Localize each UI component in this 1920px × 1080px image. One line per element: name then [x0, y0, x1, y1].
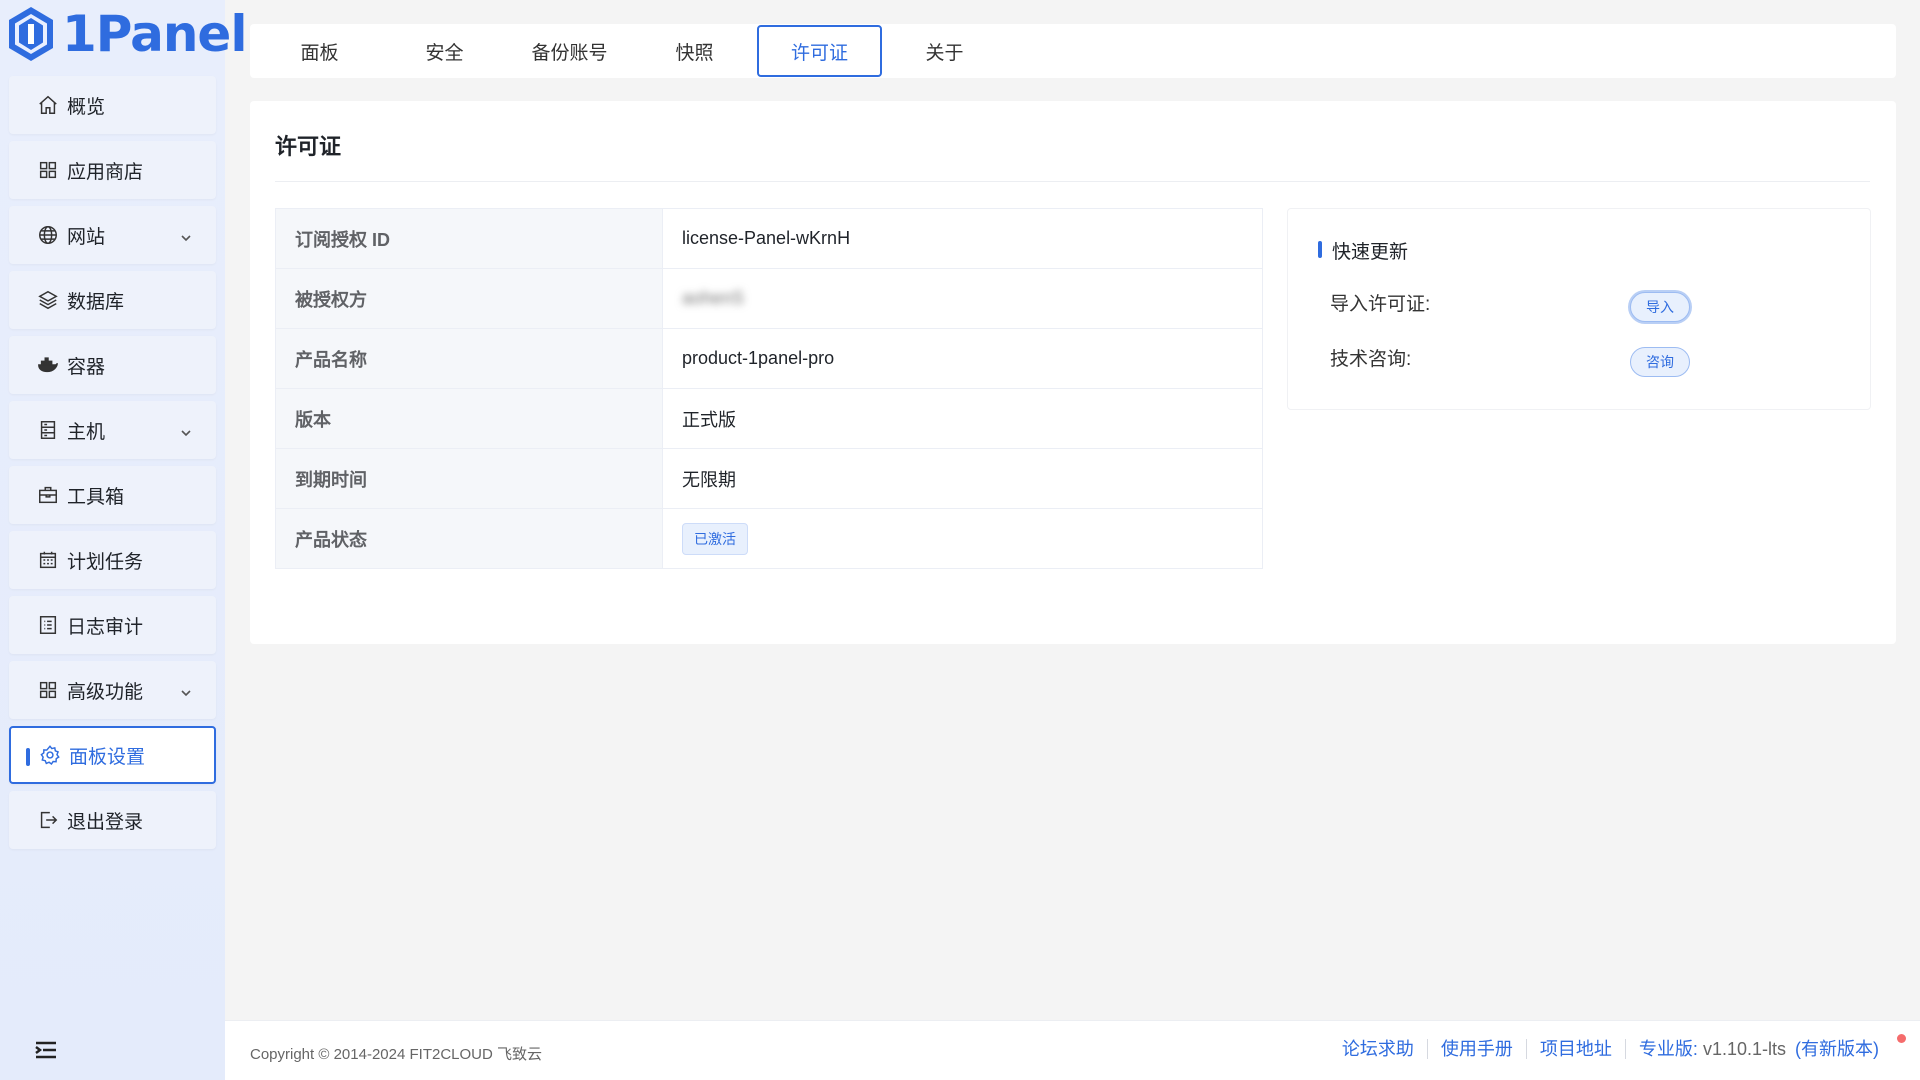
- tab-snapshot[interactable]: 快照: [632, 25, 757, 77]
- version-number: v1.10.1-lts: [1702, 1039, 1786, 1059]
- layers-icon: [37, 289, 59, 311]
- sidebar-item-panel-settings[interactable]: 面板设置: [9, 726, 216, 784]
- globe-icon: [37, 224, 59, 246]
- sidebar-item-label: 高级功能: [67, 681, 144, 703]
- sidebar-item-app-store[interactable]: 应用商店: [9, 141, 216, 199]
- copyright: Copyright © 2014-2024 FIT2CLOUD 飞致云: [250, 1046, 542, 1063]
- sidebar-menu: 概览 应用商店 网站 数据库 容器 主机 工具箱 计划任务 日志审计 高级功能 …: [9, 76, 216, 856]
- table-row: 产品名称 product-1panel-pro: [275, 328, 1263, 389]
- docker-icon: [37, 354, 59, 376]
- row-value: product-1panel-pro: [662, 328, 1263, 389]
- row-label: 订阅授权 ID: [275, 208, 663, 269]
- sidebar-item-label: 日志审计: [67, 616, 144, 638]
- import-license-label: 导入许可证:: [1330, 294, 1431, 315]
- settings-tabs: 面板 安全 备份账号 快照 许可证 关于: [250, 24, 1896, 78]
- sidebar-item-label: 概览: [67, 96, 106, 118]
- footer: Copyright © 2014-2024 FIT2CLOUD 飞致云 论坛求助…: [225, 1020, 1920, 1080]
- sidebar-item-label: 应用商店: [67, 161, 144, 183]
- page-title: 许可证: [275, 134, 342, 159]
- quick-update-panel: 快速更新 导入许可证: 导入 技术咨询: 咨询: [1287, 208, 1871, 410]
- row-label: 产品名称: [275, 328, 663, 389]
- license-card: 许可证 订阅授权 ID license-Panel-wKrnH 被授权方 aoh…: [250, 101, 1896, 644]
- server-icon: [37, 419, 59, 441]
- grid-icon: [37, 679, 59, 701]
- new-version-link[interactable]: (有新版本): [1791, 1039, 1879, 1059]
- sidebar-item-advanced[interactable]: 高级功能: [9, 661, 216, 719]
- sidebar-item-container[interactable]: 容器: [9, 336, 216, 394]
- log-icon: [37, 614, 59, 636]
- row-value-cell: aohenS: [662, 268, 1263, 329]
- grid-icon: [37, 159, 59, 181]
- logo-hex-icon: [9, 7, 53, 61]
- row-label: 被授权方: [275, 268, 663, 329]
- quick-update-title: 快速更新: [1318, 237, 1408, 264]
- version-info[interactable]: 专业版: v1.10.1-lts (有新版本): [1624, 1039, 1892, 1059]
- sidebar-item-website[interactable]: 网站: [9, 206, 216, 264]
- sidebar-item-label: 主机: [67, 421, 106, 443]
- tab-security[interactable]: 安全: [382, 25, 507, 77]
- table-row: 版本 正式版: [275, 388, 1263, 449]
- table-row: 到期时间 无限期: [275, 448, 1263, 509]
- row-value: 正式版: [662, 388, 1263, 449]
- toolbox-icon: [37, 484, 59, 506]
- project-link[interactable]: 项目地址: [1525, 1039, 1625, 1059]
- logo[interactable]: 1Panel: [6, 4, 247, 64]
- logout-icon: [37, 809, 59, 831]
- sidebar-item-label: 数据库: [67, 291, 125, 313]
- row-label: 版本: [275, 388, 663, 449]
- gear-icon: [39, 744, 61, 766]
- tab-license[interactable]: 许可证: [757, 25, 882, 77]
- consult-label: 技术咨询:: [1330, 349, 1412, 370]
- home-icon: [37, 94, 59, 116]
- sidebar-item-database[interactable]: 数据库: [9, 271, 216, 329]
- row-label: 产品状态: [275, 508, 663, 569]
- sidebar-item-label: 网站: [67, 226, 106, 248]
- version-label: 专业版:: [1638, 1039, 1698, 1059]
- brand-name: 1Panel: [62, 5, 247, 63]
- tab-panel[interactable]: 面板: [257, 25, 382, 77]
- calendar-icon: [37, 549, 59, 571]
- table-row: 产品状态 已激活: [275, 508, 1263, 569]
- sidebar-item-label: 退出登录: [67, 811, 144, 833]
- divider: [275, 181, 1870, 182]
- chevron-down-icon: [180, 423, 192, 437]
- sidebar-item-label: 工具箱: [67, 486, 125, 508]
- licensee-value-blurred: aohenS: [682, 288, 745, 308]
- chevron-down-icon: [180, 228, 192, 242]
- import-button[interactable]: 导入: [1630, 292, 1690, 322]
- row-label: 到期时间: [275, 448, 663, 509]
- table-row: 订阅授权 ID license-Panel-wKrnH: [275, 208, 1263, 269]
- status-badge: 已激活: [682, 522, 748, 555]
- sidebar-item-log-audit[interactable]: 日志审计: [9, 596, 216, 654]
- sidebar-item-label: 计划任务: [67, 551, 144, 573]
- sidebar-item-label: 容器: [67, 356, 106, 378]
- license-info-table: 订阅授权 ID license-Panel-wKrnH 被授权方 aohenS …: [275, 208, 1263, 569]
- sidebar-item-label: 面板设置: [69, 746, 146, 768]
- menu-collapse-icon[interactable]: [34, 1040, 58, 1060]
- sidebar-item-host[interactable]: 主机: [9, 401, 216, 459]
- footer-links: 论坛求助 使用手册 项目地址 专业版: v1.10.1-lts (有新版本): [1329, 1039, 1892, 1059]
- consult-button[interactable]: 咨询: [1630, 347, 1690, 377]
- sidebar-item-overview[interactable]: 概览: [9, 76, 216, 134]
- manual-link[interactable]: 使用手册: [1426, 1039, 1526, 1059]
- sidebar-item-cron[interactable]: 计划任务: [9, 531, 216, 589]
- row-value: license-Panel-wKrnH: [662, 208, 1263, 269]
- chevron-down-icon: [180, 683, 192, 697]
- sidebar-item-toolbox[interactable]: 工具箱: [9, 466, 216, 524]
- forum-link[interactable]: 论坛求助: [1329, 1039, 1427, 1059]
- row-value-cell: 已激活: [663, 509, 1263, 569]
- row-value: 无限期: [662, 448, 1263, 509]
- table-row: 被授权方 aohenS: [275, 268, 1263, 329]
- sidebar-item-logout[interactable]: 退出登录: [9, 791, 216, 849]
- tab-backup-account[interactable]: 备份账号: [507, 25, 632, 77]
- tab-about[interactable]: 关于: [882, 25, 1007, 77]
- notification-dot: [1897, 1034, 1906, 1043]
- sidebar: 1Panel 概览 应用商店 网站 数据库 容器 主机 工具箱 计划任务 日志审…: [0, 0, 247, 1080]
